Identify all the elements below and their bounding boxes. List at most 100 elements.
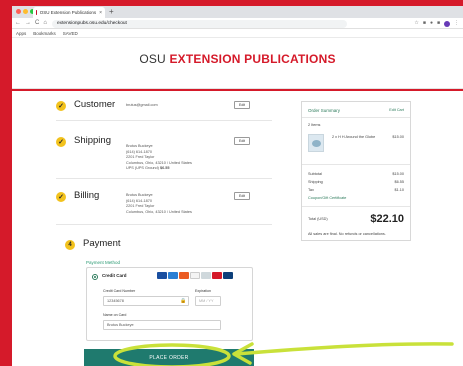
bookmark-saved[interactable]: SAVED [63,31,78,36]
total-value: $22.10 [370,213,404,225]
card-brand-icon [201,272,211,279]
refund-note-row: All sales are final. No refunds or cance… [308,232,404,236]
minimize-window-dot[interactable] [23,9,28,14]
summary-divider [302,164,410,165]
reload-icon[interactable]: C [35,20,39,27]
mastercard-icon [179,272,189,279]
extension-toolbar: ☆ ■ ● ■ ⋮ [414,20,459,27]
forward-icon[interactable]: → [25,20,31,27]
expiration-input[interactable]: MM / YY [195,296,221,306]
name-on-card-input[interactable]: Brutus Buckeye [103,320,221,330]
total-row: Total (USD) $22.10 [308,213,404,225]
item-name: 2 x H H Around the Globe [332,135,376,139]
billing-edit-button[interactable]: Edit [234,192,250,200]
header-red-rule [12,89,463,91]
url-field[interactable]: extensionpubs.osu.edu/checkout [52,19,347,28]
tax-label: Tax [308,188,314,192]
shipping-method: UPS (UPS Ground) [126,166,159,170]
cc-number-input[interactable]: 12345678 [103,296,189,306]
star-icon[interactable]: ☆ [414,20,418,27]
customer-email: brutus@gmail.com [126,103,158,107]
step-divider [56,178,272,179]
screenshot: OSU Extension Publications × + ← → C ⌂ e… [0,0,463,366]
payment-method-label: Payment Method [86,260,121,265]
tab-title: OSU Extension Publications [39,10,97,15]
line-item: 2 x H H Around the Globe $15.00 [332,135,404,139]
summary-header: Order Summary Edit Cart [308,108,404,113]
summary-divider [302,206,410,207]
close-window-dot[interactable] [16,9,21,14]
new-tab-button[interactable]: + [109,7,114,16]
cc-number-label: Credit Card Number [103,289,136,293]
credit-card-label: Credit Card [102,273,127,278]
edit-cart-link[interactable]: Edit Cart [389,108,404,113]
coupon-link[interactable]: Coupon/Gift Certificate [308,196,346,200]
card-brand-icon [212,272,222,279]
card-brands [157,272,233,279]
subtotal-value: $15.00 [392,172,404,176]
site-logo[interactable]: OSU EXTENSION PUBLICATIONS [12,52,463,66]
shipping-title: Shipping [74,135,111,146]
highlight-arrow [234,342,454,356]
refund-note: All sales are final. No refunds or cance… [308,232,386,236]
name-on-card-label: Name on Card [103,313,127,317]
home-icon[interactable]: ⌂ [43,20,47,27]
site-header: OSU EXTENSION PUBLICATIONS [12,38,463,89]
credit-card-radio[interactable] [92,274,98,280]
shipping-price: $6.55 [159,166,170,170]
card-brand-icon [190,272,200,279]
payment-title: Payment [83,238,121,249]
bookmark-apps[interactable]: Apps [16,31,26,36]
brand-extension-publications: EXTENSION PUBLICATIONS [169,52,336,66]
payment-step-number: 4 [65,240,75,250]
extension-icon[interactable]: ■ [423,20,426,27]
shipping-row: Shipping $6.55 [308,180,404,184]
extension-icon[interactable]: ● [430,20,433,27]
product-thumbnail[interactable] [308,134,324,152]
shipping-address: Brutus Buckeye (614) 614-1870 2201 Fred … [126,144,192,172]
subtotal-label: Subtotal [308,172,322,176]
address-bar-row: ← → C ⌂ extensionpubs.osu.edu/checkout ☆… [12,18,463,29]
billing-title: Billing [74,190,100,201]
check-icon: ✓ [56,101,66,111]
shipping-edit-button[interactable]: Edit [234,137,250,145]
visa-icon [157,272,167,279]
credit-card-panel: Credit Card Credit Card Number 12345678 … [86,267,253,341]
item-price: $15.00 [392,135,404,139]
back-icon[interactable]: ← [15,20,21,27]
check-icon: ✓ [56,137,66,147]
card-brand-icon [223,272,233,279]
expiration-label: Expiration [195,289,211,293]
browser-tab[interactable]: OSU Extension Publications × [33,7,105,18]
customer-title: Customer [74,99,116,110]
check-icon: ✓ [56,192,66,202]
items-count: 2 Items [308,123,321,127]
billing-line: Columbus, Ohio, 43210 / United States [126,209,192,214]
menu-icon[interactable]: ⋮ [454,20,459,27]
step-divider [56,120,272,121]
bookmark-bookmarks[interactable]: Bookmarks [33,31,56,36]
tax-row: Tax $1.10 [308,188,404,192]
amex-icon [168,272,178,279]
shipping-method-line: UPS (UPS Ground) $6.55 [126,166,192,172]
billing-address: Brutus Buckeye (614) 614-1870 2201 Fred … [126,193,192,215]
profile-avatar-icon[interactable] [444,20,450,27]
nav-buttons: ← → C ⌂ [15,20,47,27]
red-left-border [0,0,12,366]
place-order-button[interactable]: PLACE ORDER [84,349,254,366]
lock-icon: 🔒 [180,298,187,304]
customer-edit-button[interactable]: Edit [234,101,250,109]
favicon-icon [36,10,37,15]
shipping-value: $6.55 [394,180,404,184]
summary-title: Order Summary [308,108,341,113]
shipping-label: Shipping [308,180,323,184]
step-divider [56,224,272,225]
order-summary: Order Summary Edit Cart 2 Items 2 x H H … [301,101,411,241]
bookmarks-bar: Apps Bookmarks SAVED [12,29,463,38]
extension-icon[interactable]: ■ [437,20,440,27]
browser-tabbar: OSU Extension Publications × + [12,6,463,18]
tab-close-icon[interactable]: × [99,10,102,16]
summary-divider [302,117,410,118]
subtotal-row: Subtotal $15.00 [308,172,404,176]
coupon-row: Coupon/Gift Certificate [308,196,404,200]
